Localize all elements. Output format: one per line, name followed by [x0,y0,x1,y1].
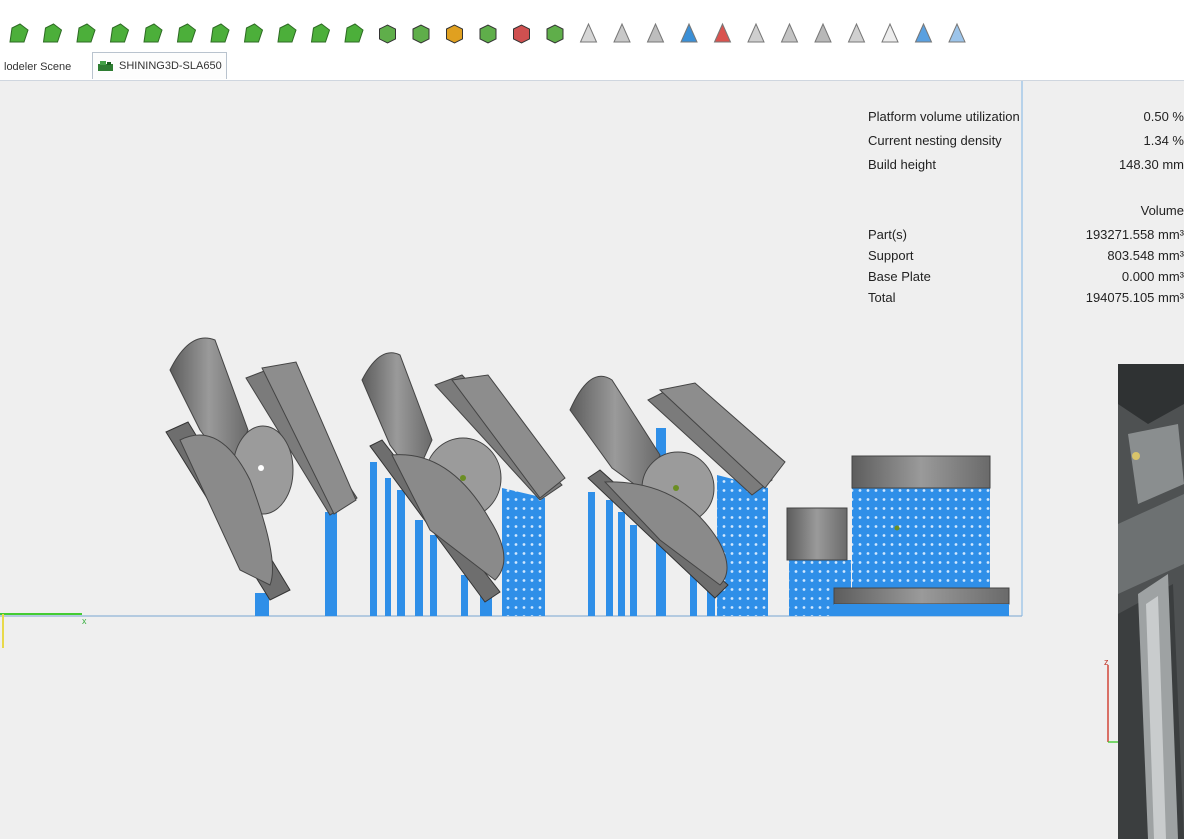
tab-modeler-scene[interactable]: lodeler Scene [0,54,75,81]
support-cone-icon[interactable] [579,22,598,43]
cube-color-icon[interactable] [446,24,463,44]
support-double-icon[interactable] [780,22,799,43]
gear-green-icon[interactable] [310,23,331,43]
globe-green-icon[interactable] [76,23,96,43]
volume-header: Volume [1140,203,1184,218]
support-cut-icon[interactable] [948,22,966,43]
support-line-icon[interactable] [613,22,631,43]
scene-viewport[interactable]: Platform volume utilization 0.50 % Curre… [0,81,1184,839]
part-green-icon[interactable] [9,23,29,43]
total-value: 194075.105 mm³ [1085,290,1184,305]
x-axis-label: x [82,616,87,626]
tab-shining3d-sla650[interactable]: SHINING3D-SLA650 [92,52,227,79]
z-axis-label: z [1104,657,1109,667]
flower-green-icon[interactable] [277,23,297,43]
nesting-density-label: Current nesting density [868,133,1002,148]
tab-shining3d-sla650-label: SHINING3D-SLA650 [119,60,222,72]
machine-photo [1118,364,1184,839]
nesting-density-value: 1.34 % [1143,133,1184,148]
support-blue-icon[interactable] [680,22,698,43]
fan-green-icon[interactable] [344,23,364,43]
base-plate-value: 0.000 mm³ [1121,269,1184,284]
support-outline-icon[interactable] [847,22,866,43]
machine-photo-image [1118,364,1184,839]
build-statistics: Platform volume utilization 0.50 % Curre… [0,81,1184,839]
curve-green-icon[interactable] [42,23,63,43]
cut-green-icon[interactable] [176,23,197,43]
base-plate-label: Base Plate [868,269,931,284]
toolbar-icons [9,22,966,44]
cube-green-icon[interactable] [546,24,564,44]
support-label: Support [868,248,914,263]
support-grey-icon[interactable] [747,22,765,43]
platform-volume-label: Platform volume utilization [868,109,1020,124]
build-height-label: Build height [868,157,936,172]
support-edit-icon[interactable] [881,22,899,43]
build-height-value: 148.30 mm [1118,157,1184,172]
cube-red-icon[interactable] [513,24,530,44]
support-light-icon[interactable] [914,22,933,43]
mesh-green-icon[interactable] [210,23,230,43]
tab-modeler-scene-label: lodeler Scene [4,61,72,73]
support-red-icon[interactable] [713,22,732,43]
toolbar [0,0,1184,50]
parts-value: 193271.558 mm³ [1085,227,1184,242]
support-flat-icon[interactable] [814,22,832,43]
cube-select-icon[interactable] [379,24,396,44]
tree-green-icon[interactable] [143,23,163,43]
parts-label: Part(s) [868,227,907,242]
support-multi-icon[interactable] [646,22,665,43]
machine-icon [98,61,113,72]
cube-fill-icon[interactable] [412,24,430,44]
support-value: 803.548 mm³ [1107,248,1184,263]
square-green-icon[interactable] [109,23,130,43]
multi-green-icon[interactable] [243,23,264,43]
platform-volume-value: 0.50 % [1143,109,1184,124]
total-label: Total [868,290,896,305]
cube-wire-icon[interactable] [479,24,497,44]
